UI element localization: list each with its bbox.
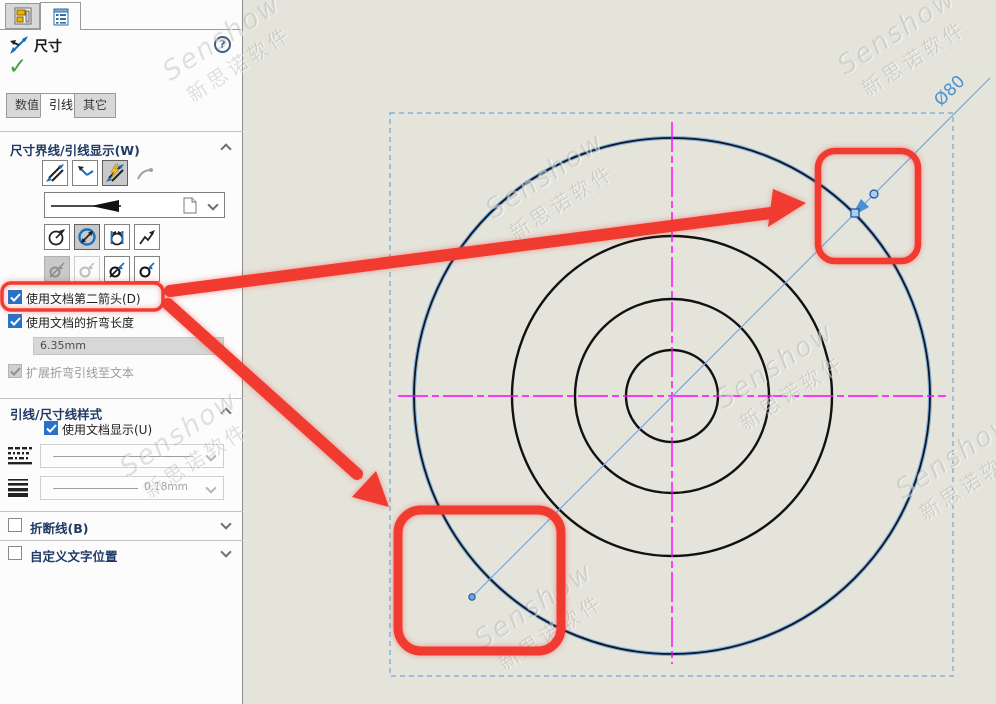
collapse-chevron-icon[interactable] — [220, 143, 231, 154]
solidworks-window: Ø80 Senshow 新思诺软件 Senshow 新思诺软件 Senshow … — [0, 0, 996, 704]
zigzag-leader-icon — [137, 227, 157, 247]
check-icon — [10, 317, 21, 326]
smart-leader-button[interactable] — [102, 160, 128, 186]
document-icon — [183, 197, 197, 214]
circle-blue-arrow-icon — [137, 259, 157, 279]
second-arrow-checkbox[interactable] — [8, 290, 22, 304]
line-style-dropdown — [40, 444, 224, 468]
hole-callout-button-3[interactable] — [104, 256, 130, 282]
dropdown-chevron-icon — [207, 199, 218, 210]
use-document-display-label: 使用文档显示(U) — [62, 421, 152, 438]
diameter-arrow-icon — [47, 259, 67, 279]
smart-leader-icon — [105, 163, 125, 183]
help-icon[interactable]: ? — [214, 36, 231, 53]
solid-arrow-style-icon — [51, 199, 151, 213]
property-manager-panel: 尺寸 ? ✓ 数值 引线 其它 尺寸界线/引线显示(W) — [0, 0, 243, 704]
diameter-dimension-button[interactable] — [74, 224, 100, 250]
leader-end-handle[interactable] — [469, 594, 475, 600]
separator — [0, 511, 243, 512]
panel-title: 尺寸 — [34, 36, 62, 56]
break-line-checkbox[interactable] — [8, 518, 22, 532]
collapse-chevron-icon[interactable] — [220, 407, 231, 418]
tabstrip-divider — [0, 29, 243, 30]
arrow-flip-handle[interactable] — [870, 190, 878, 198]
custom-text-position-label: 自定义文字位置 — [30, 546, 118, 565]
bent-length-input: 6.35mm — [33, 337, 224, 355]
radius-dimension-icon — [47, 227, 67, 247]
inside-leader-icon — [75, 163, 95, 183]
radius-dimension-button[interactable] — [44, 224, 70, 250]
check-icon — [10, 293, 21, 302]
line-thickness-icon — [8, 479, 30, 497]
second-arrow-label: 使用文档第二箭头(D) — [26, 290, 141, 307]
outside-leader-button[interactable] — [42, 160, 68, 186]
arrow-style-dropdown[interactable] — [44, 192, 225, 218]
separator — [0, 131, 243, 132]
thickness-preview — [53, 488, 138, 489]
check-icon — [10, 367, 21, 376]
outside-leader-icon — [45, 163, 65, 183]
confirm-check-button[interactable]: ✓ — [8, 54, 27, 80]
curved-leader-icon — [135, 163, 155, 183]
section-title-witness-leader: 尺寸界线/引线显示(W) — [10, 140, 140, 159]
linear-diameter-button[interactable] — [104, 224, 130, 250]
dimension-leader-line[interactable] — [472, 78, 990, 597]
dropdown-chevron-icon — [205, 450, 216, 461]
hole-callout-button-4[interactable] — [134, 256, 160, 282]
separator — [0, 398, 243, 399]
line-style-icon — [8, 447, 32, 465]
hole-callout-button-1 — [44, 256, 70, 282]
square-handle[interactable] — [851, 209, 859, 217]
expand-chevron-icon[interactable] — [220, 546, 231, 557]
check-icon — [46, 424, 57, 433]
bent-length-label: 使用文档的折弯长度 — [26, 314, 134, 331]
propertymanager-tab-icon — [14, 7, 32, 25]
separator — [0, 540, 243, 541]
diameter-dimension-icon — [77, 227, 97, 247]
line-thickness-dropdown: 0.18mm — [40, 476, 224, 500]
inside-leader-button[interactable] — [72, 160, 98, 186]
bent-length-checkbox[interactable] — [8, 314, 22, 328]
slashed-circle-arrow-icon — [107, 259, 127, 279]
list-tab-icon — [52, 8, 70, 26]
custom-text-position-checkbox[interactable] — [8, 546, 22, 560]
line-style-preview — [53, 456, 193, 457]
dimension-properties-tab[interactable] — [40, 2, 81, 30]
break-line-label: 折断线(B) — [30, 518, 88, 537]
circle-arrow-icon — [77, 259, 97, 279]
extend-bent-leader-label: 扩展折弯引线至文本 — [26, 364, 134, 381]
expand-chevron-icon[interactable] — [220, 518, 231, 529]
linear-diameter-icon — [107, 227, 127, 247]
curved-leader-button — [132, 160, 158, 186]
tab-other[interactable]: 其它 — [74, 93, 116, 118]
dimension-icon — [8, 34, 30, 56]
dropdown-chevron-icon — [205, 482, 216, 493]
propertymanager-tab[interactable] — [5, 3, 40, 29]
extend-bent-leader-checkbox — [8, 364, 22, 378]
foreshortened-button[interactable] — [134, 224, 160, 250]
use-document-display-checkbox[interactable] — [44, 421, 58, 435]
hole-callout-button-2 — [74, 256, 100, 282]
thickness-value: 0.18mm — [144, 481, 188, 493]
